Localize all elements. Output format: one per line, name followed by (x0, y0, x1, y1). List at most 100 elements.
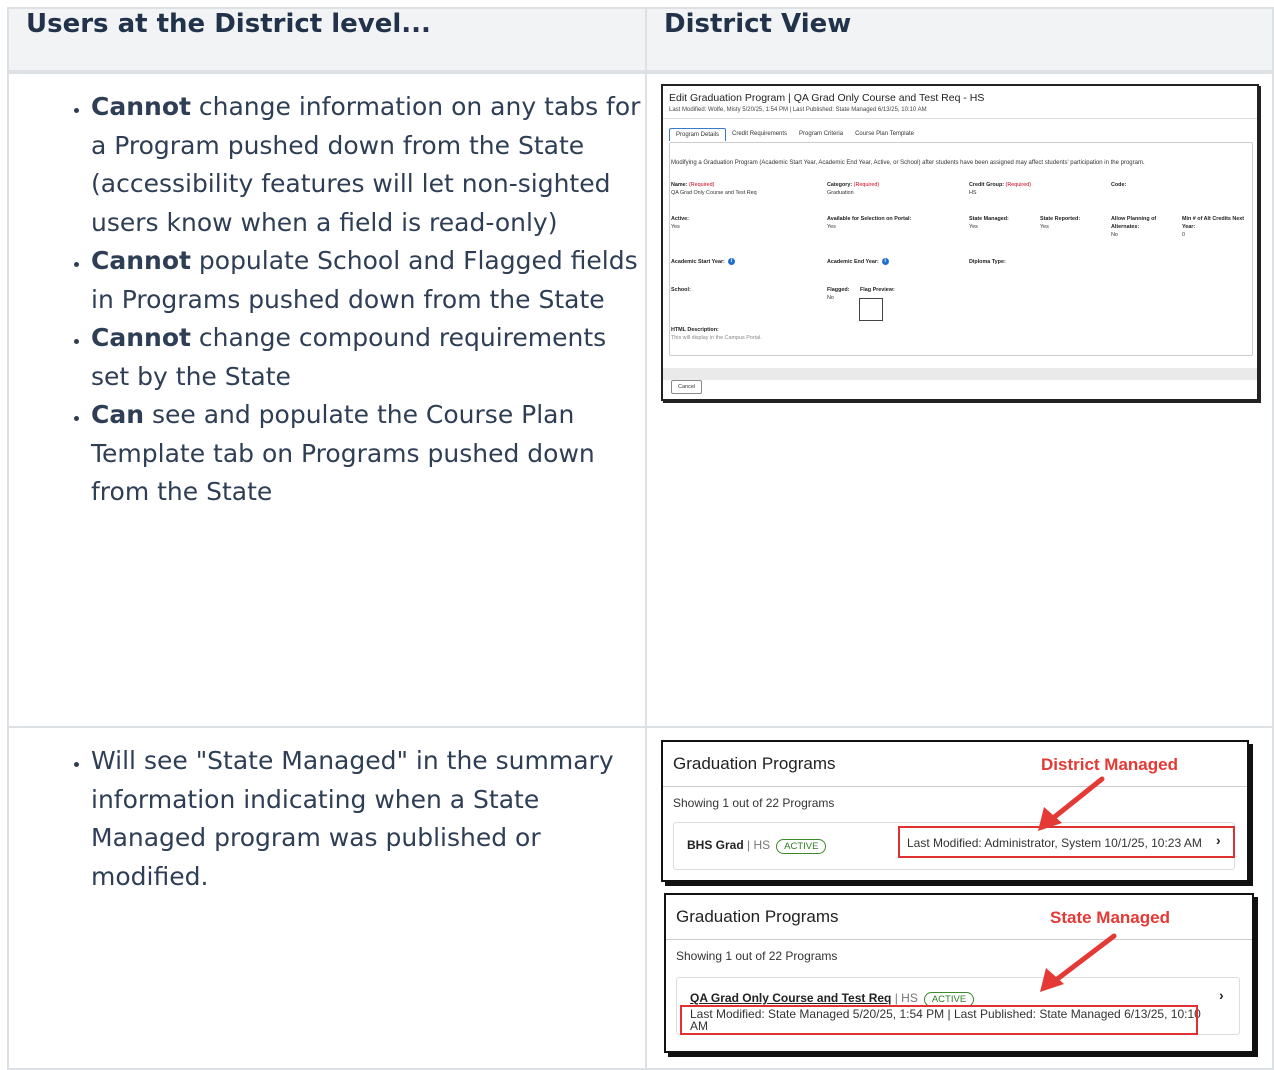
tab-program-details[interactable]: Program Details (669, 128, 727, 141)
rule-emphasis: Cannot (91, 92, 191, 121)
row2-rules-cell: Will see "State Managed" in the summary … (7, 726, 647, 1070)
graduation-programs-title: Graduation Programs (673, 754, 836, 773)
rule-item: Will see "State Managed" in the summary … (91, 742, 645, 896)
district-managed-callout: District Managed (1041, 755, 1178, 774)
tab-credit-requirements[interactable]: Credit Requirements (726, 128, 793, 141)
school-field: School: (671, 286, 691, 294)
header-district-view: District View (645, 7, 1274, 74)
program-details-panel (669, 142, 1253, 356)
tab-program-criteria[interactable]: Program Criteria (793, 128, 849, 141)
min-alt-value: 0 (1182, 232, 1185, 238)
allow-planning-value: No (1111, 232, 1118, 238)
category-label: Category: (827, 182, 853, 188)
active-badge: ACTIVE (776, 839, 827, 854)
state-reported-label: State Reported: (1040, 216, 1081, 222)
rule-emphasis: Cannot (91, 246, 191, 275)
html-description-field: HTML Description: This will display in th… (671, 326, 762, 342)
rule-text: Will see "State Managed" in the summary … (91, 746, 614, 891)
chevron-right-icon[interactable]: › (1216, 832, 1221, 848)
program-grade: | HS (743, 838, 771, 852)
edit-program-screenshot: Edit Graduation Program | QA Grad Only C… (661, 84, 1259, 401)
category-field: Category: (Required) Graduation (827, 181, 879, 197)
required-marker: (Required) (688, 182, 715, 188)
code-label: Code: (1111, 182, 1127, 188)
tab-course-plan-template[interactable]: Course Plan Template (849, 128, 920, 141)
header-users: Users at the District level... (7, 7, 647, 74)
footer-bar (663, 368, 1257, 380)
code-field: Code: (1111, 181, 1126, 189)
rule-emphasis: Cannot (91, 323, 191, 352)
state-managed-label: State Managed: (969, 216, 1009, 222)
graduation-programs-title: Graduation Programs (676, 907, 839, 926)
name-value: QA Grad Only Course and Test Req (671, 190, 757, 196)
min-alt-label: Min # of Alt Credits Next Year: (1182, 216, 1245, 230)
start-year-label: Academic Start Year: (671, 259, 725, 265)
allow-planning-field: Allow Planning of Alternates: No (1111, 215, 1173, 239)
row2-rules-list: Will see "State Managed" in the summary … (9, 742, 645, 896)
html-description-label: HTML Description: (671, 327, 719, 333)
divider (663, 786, 1247, 787)
rule-item: Cannot change compound requirements set … (91, 319, 645, 396)
active-label: Active: (671, 216, 689, 222)
credit-group-field: Credit Group: (Required) HS (969, 181, 1031, 197)
end-year-field: Academic End Year: i (827, 258, 889, 266)
school-label: School: (671, 287, 691, 293)
portal-field: Available for Selection on Portal: Yes (827, 215, 911, 231)
min-alt-credits-field: Min # of Alt Credits Next Year: 0 (1182, 215, 1252, 239)
flagged-field: Flagged: No (827, 286, 849, 302)
rule-item: Cannot populate School and Flagged field… (91, 242, 645, 319)
active-field: Active: Yes (671, 215, 689, 231)
portal-value: Yes (827, 224, 836, 230)
required-marker: (Required) (853, 182, 880, 188)
row1-rules-cell: Cannot change information on any tabs fo… (7, 71, 647, 728)
divider (666, 939, 1252, 940)
diploma-field: Diploma Type: (969, 258, 1006, 266)
edit-program-title: Edit Graduation Program | QA Grad Only C… (669, 92, 985, 104)
portal-label: Available for Selection on Portal: (827, 216, 912, 222)
end-year-label: Academic End Year: (827, 259, 879, 265)
rule-text: see and populate the Course Plan Templat… (91, 400, 595, 506)
name-field: Name: (Required) QA Grad Only Course and … (671, 181, 757, 197)
program-tabs: Program Details Credit Requirements Prog… (669, 128, 920, 141)
diploma-label: Diploma Type: (969, 259, 1006, 265)
flag-preview-box (859, 298, 883, 321)
html-description-hint: This will display in the Campus Portal. (671, 335, 762, 341)
showing-count: Showing 1 out of 22 Programs (673, 796, 835, 810)
program-name: BHS Grad | HS ACTIVE (687, 838, 827, 854)
program-grade: | HS (891, 991, 918, 1005)
rule-item: Can see and populate the Course Plan Tem… (91, 396, 645, 512)
credit-group-value: HS (969, 190, 977, 196)
showing-count: Showing 1 out of 22 Programs (676, 949, 838, 963)
active-value: Yes (671, 224, 680, 230)
category-value: Graduation (827, 190, 854, 196)
arrow-icon (1040, 933, 1117, 992)
flagged-label: Flagged: (827, 287, 850, 293)
arrow-icon (1038, 776, 1105, 831)
state-managed-value: Yes (969, 224, 978, 230)
state-reported-value: Yes (1040, 224, 1049, 230)
name-label: Name: (671, 182, 688, 188)
flagged-value: No (827, 295, 834, 301)
rule-emphasis: Can (91, 400, 145, 429)
row1-rules-list: Cannot change information on any tabs fo… (9, 88, 645, 512)
required-marker: (Required) (1005, 182, 1032, 188)
divider (663, 118, 1257, 119)
info-icon[interactable]: i (881, 258, 889, 266)
highlight-box (680, 1005, 1198, 1035)
state-reported-field: State Reported: Yes (1040, 215, 1080, 231)
credit-group-label: Credit Group: (969, 182, 1005, 188)
chevron-right-icon[interactable]: › (1219, 987, 1224, 1003)
info-icon[interactable]: i (727, 258, 735, 266)
start-year-field: Academic Start Year: i (671, 258, 735, 266)
flag-preview-field: Flag Preview: (860, 286, 895, 294)
program-name-text: QA Grad Only Course and Test Req (690, 991, 892, 1005)
flag-preview-label: Flag Preview: (860, 287, 895, 293)
edit-program-meta: Last Modified: Wolfe, Misty 5/20/25, 1:5… (669, 107, 927, 113)
state-managed-field: State Managed: Yes (969, 215, 1009, 231)
allow-planning-label: Allow Planning of Alternates: (1111, 216, 1157, 230)
rule-item: Cannot change information on any tabs fo… (91, 88, 645, 242)
program-name-text: BHS Grad (687, 838, 744, 852)
cancel-button[interactable]: Cancel (671, 380, 703, 394)
state-managed-callout: State Managed (1050, 908, 1170, 927)
modify-warning: Modifying a Graduation Program (Academic… (671, 160, 1145, 166)
